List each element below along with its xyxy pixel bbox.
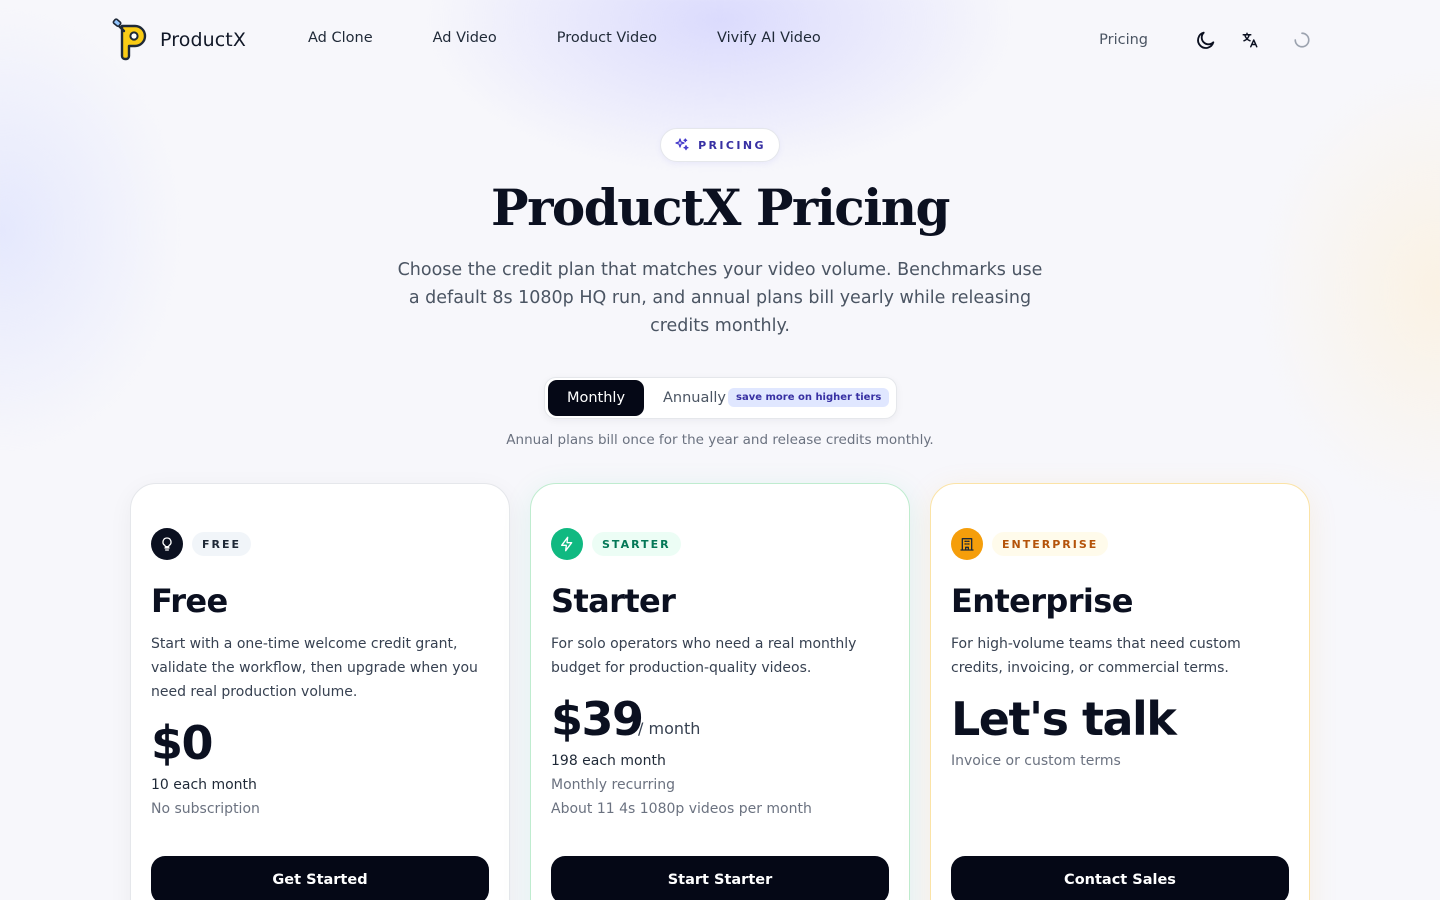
plan-description: Start with a one-time welcome credit gra…	[151, 636, 478, 700]
plan-credits: 198 each month	[551, 753, 666, 769]
translate-icon	[1242, 32, 1258, 48]
page-subtitle: Choose the credit plan that matches your…	[397, 260, 1043, 336]
brand-logo[interactable]: ProductX	[112, 18, 246, 62]
nav-link-vivify-ai-video[interactable]: Vivify AI Video	[717, 30, 821, 46]
main-nav-links: Ad Clone Ad Video Product Video Vivify A…	[308, 30, 881, 46]
moon-icon	[1197, 31, 1215, 49]
plan-name: Starter	[551, 582, 676, 620]
plan-card-enterprise: ENTERPRISE Enterprise For high-volume te…	[930, 483, 1310, 900]
plan-card-starter: STARTER Starter For solo operators who n…	[530, 483, 910, 900]
language-button[interactable]	[1232, 22, 1268, 58]
nav-link-product-video[interactable]: Product Video	[557, 30, 657, 46]
plan-price: $39	[551, 692, 644, 746]
plan-description: For solo operators who need a real month…	[551, 636, 857, 676]
top-nav: ProductX Ad Clone Ad Video Product Video…	[0, 0, 1440, 80]
building-icon	[951, 528, 983, 560]
contact-sales-button[interactable]: Contact Sales	[951, 856, 1289, 900]
loading-indicator	[1284, 22, 1320, 58]
start-starter-button[interactable]: Start Starter	[551, 856, 889, 900]
loading-spinner-icon	[1294, 32, 1310, 48]
nav-link-pricing[interactable]: Pricing	[1087, 24, 1160, 56]
plan-card-free: FREE Free Start with a one-time welcome …	[130, 483, 510, 900]
plan-credits: 10 each month	[151, 777, 257, 793]
sparkle-icon	[675, 138, 689, 151]
billing-period-toggle: Monthly Annually save more on higher tie…	[544, 377, 897, 419]
plan-detail: Monthly recurring	[551, 777, 676, 793]
nav-link-ad-video[interactable]: Ad Video	[433, 30, 497, 46]
plan-benchmark: About 11 4s 1080p videos per month	[551, 801, 812, 817]
plan-detail: No subscription	[151, 801, 260, 817]
lightbulb-icon	[151, 528, 183, 560]
plan-price: $0	[151, 716, 214, 770]
billing-annually-option[interactable]: Annually	[663, 390, 726, 406]
get-started-button[interactable]: Get Started	[151, 856, 489, 900]
save-more-badge: save more on higher tiers	[728, 388, 890, 407]
plan-badge: FREE	[192, 532, 252, 556]
billing-monthly-option[interactable]: Monthly	[548, 380, 644, 416]
billing-note: Annual plans bill once for the year and …	[506, 432, 934, 448]
nav-link-ad-clone[interactable]: Ad Clone	[308, 30, 373, 46]
plan-description: For high-volume teams that need custom c…	[951, 636, 1241, 676]
brand-name: ProductX	[160, 29, 246, 51]
plan-badge: STARTER	[592, 532, 681, 556]
pricing-badge: PRICING	[660, 128, 780, 162]
pricing-badge-label: PRICING	[698, 138, 766, 152]
plan-name: Enterprise	[951, 582, 1133, 620]
page-title: ProductX Pricing	[490, 178, 951, 237]
productx-logo-icon	[112, 18, 152, 62]
plan-detail: Invoice or custom terms	[951, 753, 1121, 769]
plan-price: Let's talk	[951, 692, 1177, 746]
theme-toggle-button[interactable]	[1188, 22, 1224, 58]
plan-price-unit: / month	[638, 719, 701, 738]
plan-badge: ENTERPRISE	[992, 532, 1109, 556]
plan-name: Free	[151, 582, 228, 620]
nav-actions: Pricing	[1087, 22, 1320, 58]
lightning-icon	[551, 528, 583, 560]
